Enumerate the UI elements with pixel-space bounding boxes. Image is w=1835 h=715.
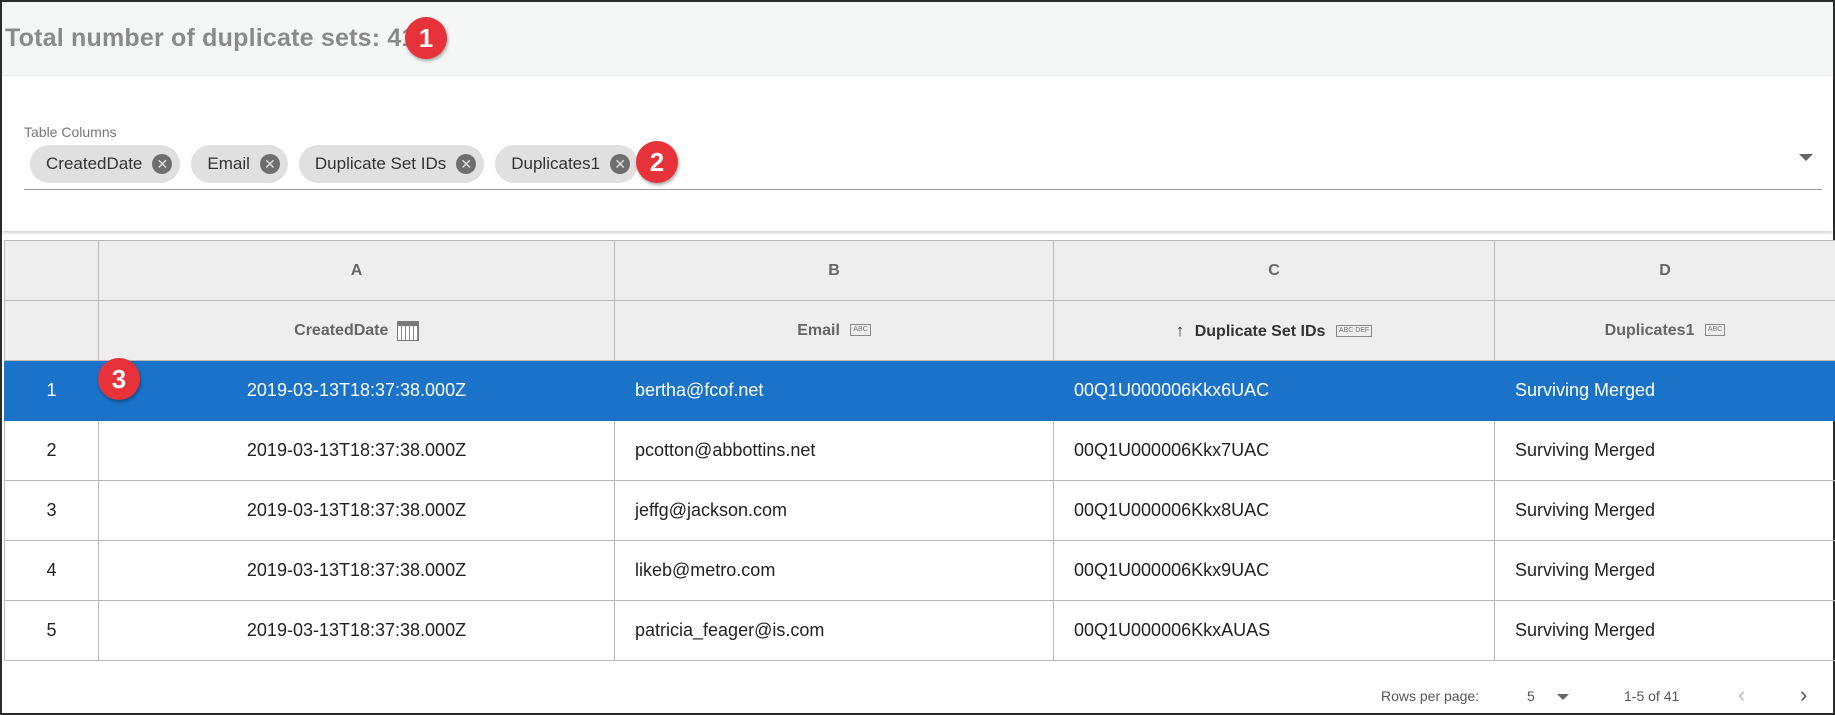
cell-email[interactable]: likeb@metro.com bbox=[614, 540, 1054, 601]
caret-down-icon[interactable] bbox=[1799, 154, 1813, 161]
chip-createddate[interactable]: CreatedDate ✕ bbox=[30, 145, 181, 183]
column-letter-row: A B C D bbox=[4, 240, 1835, 301]
chip-duplicate-set-ids[interactable]: Duplicate Set IDs ✕ bbox=[298, 145, 485, 183]
header-duplicate-set-ids[interactable]: ↑ Duplicate Set IDs ABC DEF bbox=[1053, 300, 1495, 361]
rows-per-page-select[interactable]: 5 bbox=[1527, 688, 1535, 704]
column-letter-a[interactable]: A bbox=[98, 240, 615, 301]
cell-email[interactable]: patricia_feager@is.com bbox=[614, 600, 1054, 661]
close-circle-icon[interactable]: ✕ bbox=[259, 154, 280, 174]
columns-input-underline bbox=[24, 189, 1822, 190]
corner-cell bbox=[4, 240, 99, 301]
callout-badge-1: 1 bbox=[405, 17, 447, 59]
close-circle-icon[interactable]: ✕ bbox=[456, 154, 477, 174]
cell-duplicates1[interactable]: Surviving Merged bbox=[1494, 360, 1835, 421]
close-circle-icon[interactable]: ✕ bbox=[152, 154, 173, 174]
table-columns-panel: Table Columns CreatedDate ✕ Email ✕ Dupl… bbox=[2, 76, 1833, 231]
table-row[interactable]: 2 2019-03-13T18:37:38.000Z pcotton@abbot… bbox=[4, 420, 1835, 481]
rows-per-page-label: Rows per page: bbox=[1381, 688, 1480, 704]
cell-createddate[interactable]: 2019-03-13T18:37:38.000Z bbox=[98, 360, 615, 421]
chip-duplicates1[interactable]: Duplicates1 ✕ bbox=[495, 145, 639, 183]
chevron-down-icon[interactable] bbox=[1557, 694, 1569, 700]
row-index[interactable]: 4 bbox=[4, 540, 99, 601]
table-row[interactable]: 5 2019-03-13T18:37:38.000Z patricia_feag… bbox=[4, 600, 1835, 661]
chip-label: Duplicates1 bbox=[511, 154, 601, 173]
row-index[interactable]: 1 bbox=[4, 360, 99, 421]
sort-ascending-icon[interactable]: ↑ bbox=[1176, 321, 1185, 340]
cell-duplicates1[interactable]: Surviving Merged bbox=[1494, 540, 1835, 601]
header-label: Duplicates1 bbox=[1604, 321, 1695, 339]
chevron-left-icon[interactable]: ‹ bbox=[1738, 682, 1745, 708]
chip-label: Email bbox=[207, 154, 250, 173]
cell-createddate[interactable]: 2019-03-13T18:37:38.000Z bbox=[98, 480, 615, 541]
cell-duplicate-set-id[interactable]: 00Q1U000006Kkx7UAC bbox=[1053, 420, 1495, 481]
chip-email[interactable]: Email ✕ bbox=[191, 145, 288, 183]
header-createddate[interactable]: CreatedDate bbox=[98, 300, 615, 361]
row-index[interactable]: 3 bbox=[4, 480, 99, 541]
cell-email[interactable]: jeffg@jackson.com bbox=[614, 480, 1054, 541]
pagination-footer: Rows per page: 5 1-5 of 41 ‹ › bbox=[2, 678, 1833, 714]
callout-badge-2: 2 bbox=[636, 141, 678, 183]
chip-label: CreatedDate bbox=[46, 154, 143, 173]
chip-label: Duplicate Set IDs bbox=[314, 154, 447, 173]
table-columns-label: Table Columns bbox=[24, 124, 117, 140]
cell-duplicates1[interactable]: Surviving Merged bbox=[1494, 480, 1835, 541]
cell-duplicate-set-id[interactable]: 00Q1U000006KkxAUAS bbox=[1053, 600, 1495, 661]
row-index[interactable]: 5 bbox=[4, 600, 99, 661]
cell-createddate[interactable]: 2019-03-13T18:37:38.000Z bbox=[98, 600, 615, 661]
callout-badge-3: 3 bbox=[98, 358, 140, 400]
header-label: Duplicate Set IDs bbox=[1194, 322, 1326, 340]
column-chips: CreatedDate ✕ Email ✕ Duplicate Set IDs … bbox=[30, 144, 649, 184]
column-letter-b[interactable]: B bbox=[614, 240, 1054, 301]
page-range: 1-5 of 41 bbox=[1624, 688, 1680, 704]
cell-createddate[interactable]: 2019-03-13T18:37:38.000Z bbox=[98, 540, 615, 601]
cell-duplicates1[interactable]: Surviving Merged bbox=[1494, 420, 1835, 481]
header-email[interactable]: Email ABC bbox=[614, 300, 1054, 361]
header-corner-cell bbox=[4, 300, 99, 361]
row-index[interactable]: 2 bbox=[4, 420, 99, 481]
duplicate-sets-total: Total number of duplicate sets: 41 bbox=[5, 24, 416, 52]
header-duplicates1[interactable]: Duplicates1 ABC bbox=[1494, 300, 1835, 361]
cell-duplicate-set-id[interactable]: 00Q1U000006Kkx9UAC bbox=[1053, 540, 1495, 601]
app-frame: Total number of duplicate sets: 41 1 Tab… bbox=[0, 0, 1835, 715]
column-letter-c[interactable]: C bbox=[1053, 240, 1495, 301]
cell-createddate[interactable]: 2019-03-13T18:37:38.000Z bbox=[98, 420, 615, 481]
table-row[interactable]: 4 2019-03-13T18:37:38.000Z likeb@metro.c… bbox=[4, 540, 1835, 601]
close-circle-icon[interactable]: ✕ bbox=[610, 154, 631, 174]
calendar-icon bbox=[396, 320, 419, 341]
cell-email[interactable]: bertha@fcof.net bbox=[614, 360, 1054, 421]
abc-icon: ABC bbox=[1704, 324, 1726, 337]
cell-duplicate-set-id[interactable]: 00Q1U000006Kkx6UAC bbox=[1053, 360, 1495, 421]
cell-email[interactable]: pcotton@abbottins.net bbox=[614, 420, 1054, 481]
abc-def-icon: ABC DEF bbox=[1335, 325, 1373, 338]
column-header-row: CreatedDate Email ABC ↑ Duplicate Set ID… bbox=[4, 300, 1835, 361]
table-row[interactable]: 3 2019-03-13T18:37:38.000Z jeffg@jackson… bbox=[4, 480, 1835, 541]
abc-icon: ABC bbox=[850, 324, 871, 337]
chevron-right-icon[interactable]: › bbox=[1800, 682, 1807, 708]
cell-duplicates1[interactable]: Surviving Merged bbox=[1494, 600, 1835, 661]
cell-duplicate-set-id[interactable]: 00Q1U000006Kkx8UAC bbox=[1053, 480, 1495, 541]
table-row[interactable]: 1 2019-03-13T18:37:38.000Z bertha@fcof.n… bbox=[4, 360, 1835, 421]
header-label: Email bbox=[797, 321, 840, 339]
summary-header: Total number of duplicate sets: 41 bbox=[2, 2, 1833, 76]
duplicates-table: A B C D CreatedDate Email ABC ↑ Duplicat… bbox=[4, 240, 1835, 661]
header-label: CreatedDate bbox=[294, 321, 389, 339]
column-letter-d[interactable]: D bbox=[1494, 240, 1835, 301]
